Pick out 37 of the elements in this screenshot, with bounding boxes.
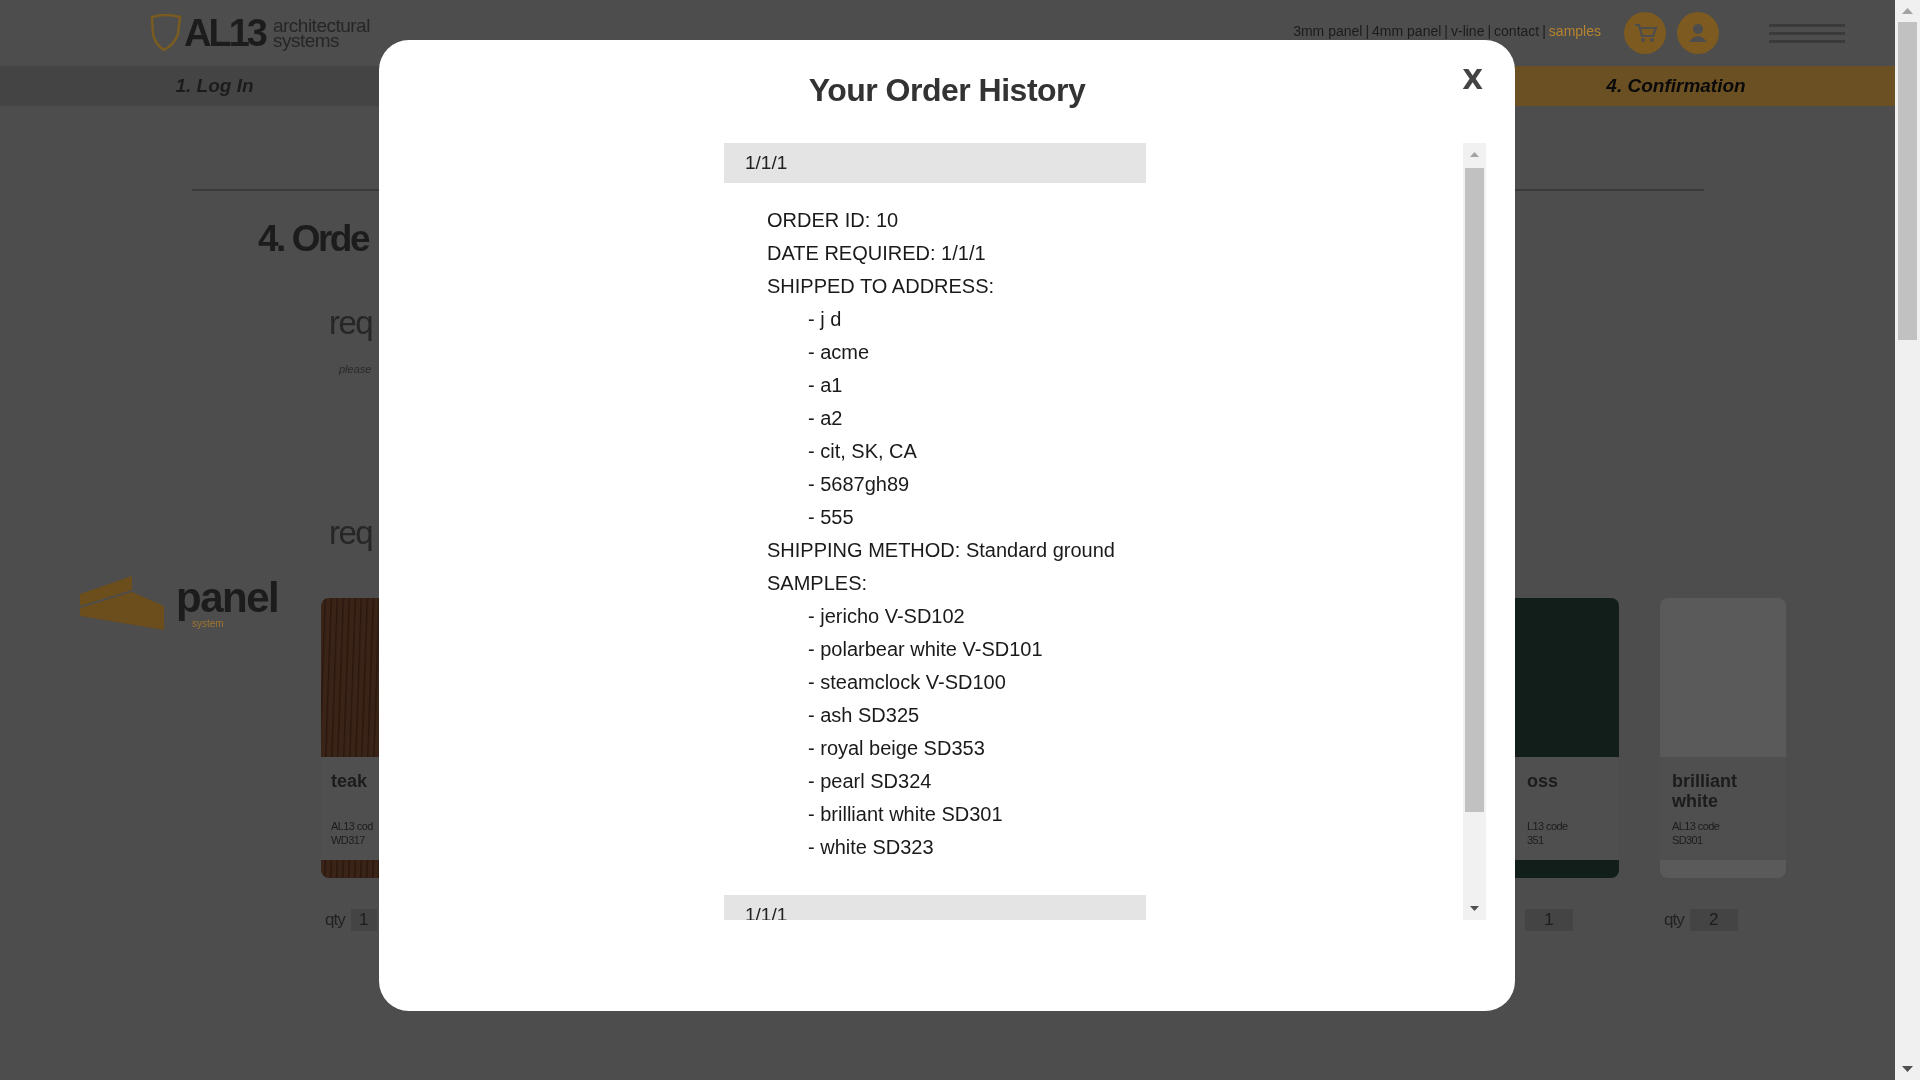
- nav-separator: |: [1542, 23, 1546, 39]
- order-detail-line: ORDER ID: 10: [767, 208, 900, 233]
- order-detail-line: - a2: [808, 406, 844, 431]
- order-detail-line: - white SD323: [808, 835, 935, 860]
- brand-logo-text: system: [192, 617, 224, 629]
- modal-title: Your Order History: [808, 71, 1086, 110]
- order-detail-line: - cit, SK, CA: [808, 439, 918, 464]
- order-detail-line: DATE REQUIRED: 1/1/1: [767, 241, 987, 266]
- order-detail-line: - 555: [808, 505, 855, 530]
- order-detail-line: - pearl SD324: [808, 769, 933, 794]
- order-detail-line: - polarbear white V-SD101: [808, 637, 1044, 662]
- close-button[interactable]: X: [1460, 64, 1485, 95]
- order-detail-line: - j d: [808, 307, 843, 332]
- order-detail-line: - ash SD325: [808, 703, 921, 728]
- order-detail-line: SHIPPING METHOD: Standard ground: [767, 538, 1116, 563]
- order-detail-line: SAMPLES:: [767, 571, 869, 596]
- page-scrollbar[interactable]: [1895, 0, 1920, 1080]
- user-icon[interactable]: [1676, 11, 1720, 55]
- nav-link[interactable]: samples: [1548, 23, 1601, 39]
- order-detail-line: - acme: [808, 340, 871, 365]
- order-detail-line: - jericho V-SD102: [808, 604, 966, 629]
- order-detail-line: - royal beige SD353: [808, 736, 986, 761]
- nav-separator: |: [1444, 23, 1448, 39]
- brand-logo-icon: [80, 576, 164, 630]
- step-tab[interactable]: 4. Confirmation: [1515, 66, 1895, 106]
- nav-separator: |: [1487, 23, 1492, 39]
- shield-icon: [150, 14, 182, 52]
- cart-icon[interactable]: [1623, 11, 1667, 55]
- order-date-header[interactable]: 1/1/1: [724, 143, 1146, 183]
- order-detail-line: - a1: [808, 373, 844, 398]
- order-detail-line: - steamclock V-SD100: [808, 670, 1007, 695]
- order-detail-line: - 5687gh89: [808, 472, 911, 497]
- swatch-strip: [321, 860, 379, 878]
- list-scrollbar[interactable]: [1463, 143, 1486, 920]
- nav-separator: |: [1365, 23, 1370, 39]
- order-detail-line: - brilliant white SD301: [808, 802, 1004, 827]
- order-detail-line: SHIPPED TO ADDRESS:: [767, 274, 996, 299]
